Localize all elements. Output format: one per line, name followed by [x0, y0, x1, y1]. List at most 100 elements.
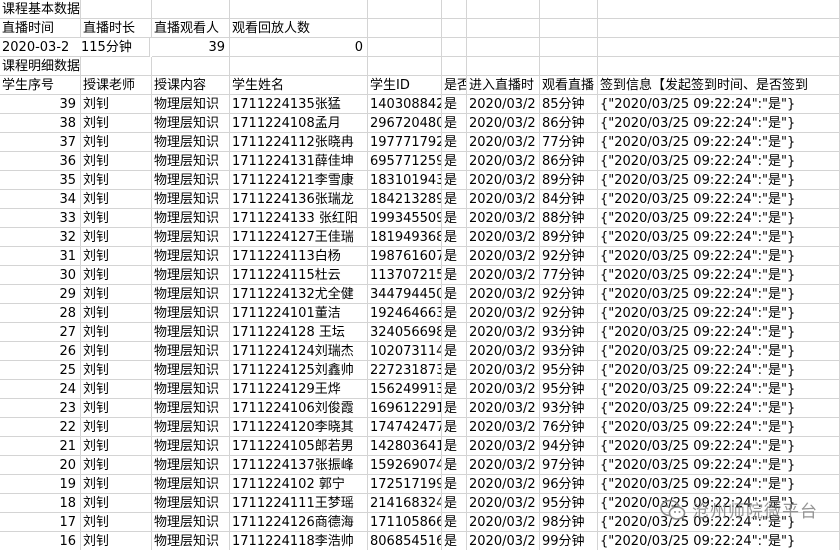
- cell-join-time[interactable]: 2020/03/2: [467, 475, 540, 494]
- cell-student-id[interactable]: 171105866: [368, 513, 442, 532]
- cell-checkin-info[interactable]: {"2020/03/25 09:22:24":"是"}: [598, 380, 840, 399]
- cell-attended[interactable]: 是: [442, 513, 467, 532]
- cell-course-content[interactable]: 物理层知识: [152, 456, 230, 475]
- cell-attended[interactable]: 是: [442, 133, 467, 152]
- cell-watch-duration[interactable]: 92分钟: [540, 285, 598, 304]
- cell[interactable]: [230, 0, 368, 19]
- cell-student-id[interactable]: 214168324: [368, 494, 442, 513]
- cell[interactable]: [598, 38, 840, 57]
- cell-course-content[interactable]: 物理层知识: [152, 152, 230, 171]
- cell-teacher[interactable]: 刘钊: [81, 475, 152, 494]
- cell-student-no[interactable]: 38: [0, 114, 81, 133]
- cell-attended[interactable]: 是: [442, 456, 467, 475]
- cell-watch-duration[interactable]: 95分钟: [540, 361, 598, 380]
- cell[interactable]: [540, 19, 598, 38]
- cell-join-time[interactable]: 2020/03/2: [467, 304, 540, 323]
- cell-student-no[interactable]: 23: [0, 399, 81, 418]
- cell-checkin-info[interactable]: {"2020/03/25 09:22:24":"是"}: [598, 266, 840, 285]
- cell-checkin-info[interactable]: {"2020/03/25 09:22:24":"是"}: [598, 304, 840, 323]
- cell[interactable]: [540, 0, 598, 19]
- cell-student-id[interactable]: 159269074: [368, 456, 442, 475]
- cell-checkin-info[interactable]: {"2020/03/25 09:22:24":"是"}: [598, 209, 840, 228]
- cell-checkin-info[interactable]: {"2020/03/25 09:22:24":"是"}: [598, 342, 840, 361]
- cell-checkin-info[interactable]: {"2020/03/25 09:22:24":"是"}: [598, 114, 840, 133]
- cell-student-name[interactable]: 1711224106刘俊霞: [230, 399, 368, 418]
- cell-student-id[interactable]: 184213289: [368, 190, 442, 209]
- cell-join-time[interactable]: 2020/03/2: [467, 361, 540, 380]
- cell-watch-duration[interactable]: 86分钟: [540, 114, 598, 133]
- cell-watch-duration[interactable]: 88分钟: [540, 209, 598, 228]
- cell-teacher[interactable]: 刘钊: [81, 190, 152, 209]
- cell-watch-duration[interactable]: 89分钟: [540, 171, 598, 190]
- cell-student-no[interactable]: 31: [0, 247, 81, 266]
- cell-header-student-name[interactable]: 学生姓名: [230, 76, 368, 95]
- cell-student-id[interactable]: 344794450: [368, 285, 442, 304]
- cell-student-id[interactable]: 198761607: [368, 247, 442, 266]
- cell-live-viewers-value[interactable]: 39: [152, 38, 230, 57]
- cell-course-content[interactable]: 物理层知识: [152, 228, 230, 247]
- cell-teacher[interactable]: 刘钊: [81, 304, 152, 323]
- cell-watch-duration[interactable]: 97分钟: [540, 456, 598, 475]
- cell-header-watch-duration[interactable]: 观看直播: [540, 76, 598, 95]
- cell-checkin-info[interactable]: {"2020/03/25 09:22:24":"是"}: [598, 532, 840, 550]
- cell-teacher[interactable]: 刘钊: [81, 95, 152, 114]
- cell-join-time[interactable]: 2020/03/2: [467, 285, 540, 304]
- cell-student-id[interactable]: 324056698: [368, 323, 442, 342]
- cell-replay-viewers-value[interactable]: 0: [230, 38, 368, 57]
- cell-teacher[interactable]: 刘钊: [81, 152, 152, 171]
- cell-join-time[interactable]: 2020/03/2: [467, 456, 540, 475]
- cell-checkin-info[interactable]: {"2020/03/25 09:22:24":"是"}: [598, 361, 840, 380]
- cell-watch-duration[interactable]: 86分钟: [540, 152, 598, 171]
- cell-teacher[interactable]: 刘钊: [81, 361, 152, 380]
- cell-checkin-info[interactable]: {"2020/03/25 09:22:24":"是"}: [598, 247, 840, 266]
- cell-student-name[interactable]: 1711224133 张红阳: [230, 209, 368, 228]
- cell-teacher[interactable]: 刘钊: [81, 399, 152, 418]
- cell[interactable]: [442, 57, 467, 76]
- cell-join-time[interactable]: 2020/03/2: [467, 513, 540, 532]
- cell-teacher[interactable]: 刘钊: [81, 380, 152, 399]
- cell-student-name[interactable]: 1711224127王佳瑞: [230, 228, 368, 247]
- cell-student-no[interactable]: 18: [0, 494, 81, 513]
- cell-join-time[interactable]: 2020/03/2: [467, 380, 540, 399]
- cell-header-teacher[interactable]: 授课老师: [81, 76, 152, 95]
- cell-join-time[interactable]: 2020/03/2: [467, 266, 540, 285]
- cell-teacher[interactable]: 刘钊: [81, 114, 152, 133]
- cell-course-content[interactable]: 物理层知识: [152, 266, 230, 285]
- cell-student-name[interactable]: 1711224111王梦瑶: [230, 494, 368, 513]
- cell-student-no[interactable]: 27: [0, 323, 81, 342]
- cell-student-id[interactable]: 183101943: [368, 171, 442, 190]
- cell-course-content[interactable]: 物理层知识: [152, 171, 230, 190]
- cell-teacher[interactable]: 刘钊: [81, 133, 152, 152]
- cell-checkin-info[interactable]: {"2020/03/25 09:22:24":"是"}: [598, 285, 840, 304]
- cell[interactable]: [598, 19, 840, 38]
- cell-live-duration-value[interactable]: 115分钟: [79, 38, 150, 57]
- cell-student-id[interactable]: 172517199: [368, 475, 442, 494]
- cell-student-id[interactable]: 695771259: [368, 152, 442, 171]
- cell-course-content[interactable]: 物理层知识: [152, 418, 230, 437]
- cell-join-time[interactable]: 2020/03/2: [467, 342, 540, 361]
- cell[interactable]: [230, 57, 368, 76]
- cell-student-name[interactable]: 1711224108孟月: [230, 114, 368, 133]
- cell-course-content[interactable]: 物理层知识: [152, 323, 230, 342]
- cell-detail-title[interactable]: 课程明细数据: [0, 57, 81, 76]
- cell-join-time[interactable]: 2020/03/2: [467, 209, 540, 228]
- cell-student-no[interactable]: 34: [0, 190, 81, 209]
- cell-teacher[interactable]: 刘钊: [81, 323, 152, 342]
- cell-student-name[interactable]: 1711224126商德海: [230, 513, 368, 532]
- spreadsheet-grid[interactable]: 课程基本数据 直播时间 直播时长 直播观看人 观看回放人数 2020-03-2 …: [0, 0, 840, 550]
- cell-checkin-info[interactable]: {"2020/03/25 09:22:24":"是"}: [598, 95, 840, 114]
- cell-student-name[interactable]: 1711224113白杨: [230, 247, 368, 266]
- cell[interactable]: [467, 38, 540, 57]
- cell-student-no[interactable]: 17: [0, 513, 81, 532]
- cell-join-time[interactable]: 2020/03/2: [467, 323, 540, 342]
- cell-student-no[interactable]: 29: [0, 285, 81, 304]
- cell-watch-duration[interactable]: 94分钟: [540, 437, 598, 456]
- cell-student-no[interactable]: 25: [0, 361, 81, 380]
- cell-student-id[interactable]: 113707215: [368, 266, 442, 285]
- cell-student-name[interactable]: 1711224102 郭宁: [230, 475, 368, 494]
- cell-attended[interactable]: 是: [442, 171, 467, 190]
- cell-student-id[interactable]: 181949368: [368, 228, 442, 247]
- cell-watch-duration[interactable]: 77分钟: [540, 266, 598, 285]
- cell-student-id[interactable]: 169612291: [368, 399, 442, 418]
- cell[interactable]: [598, 0, 840, 19]
